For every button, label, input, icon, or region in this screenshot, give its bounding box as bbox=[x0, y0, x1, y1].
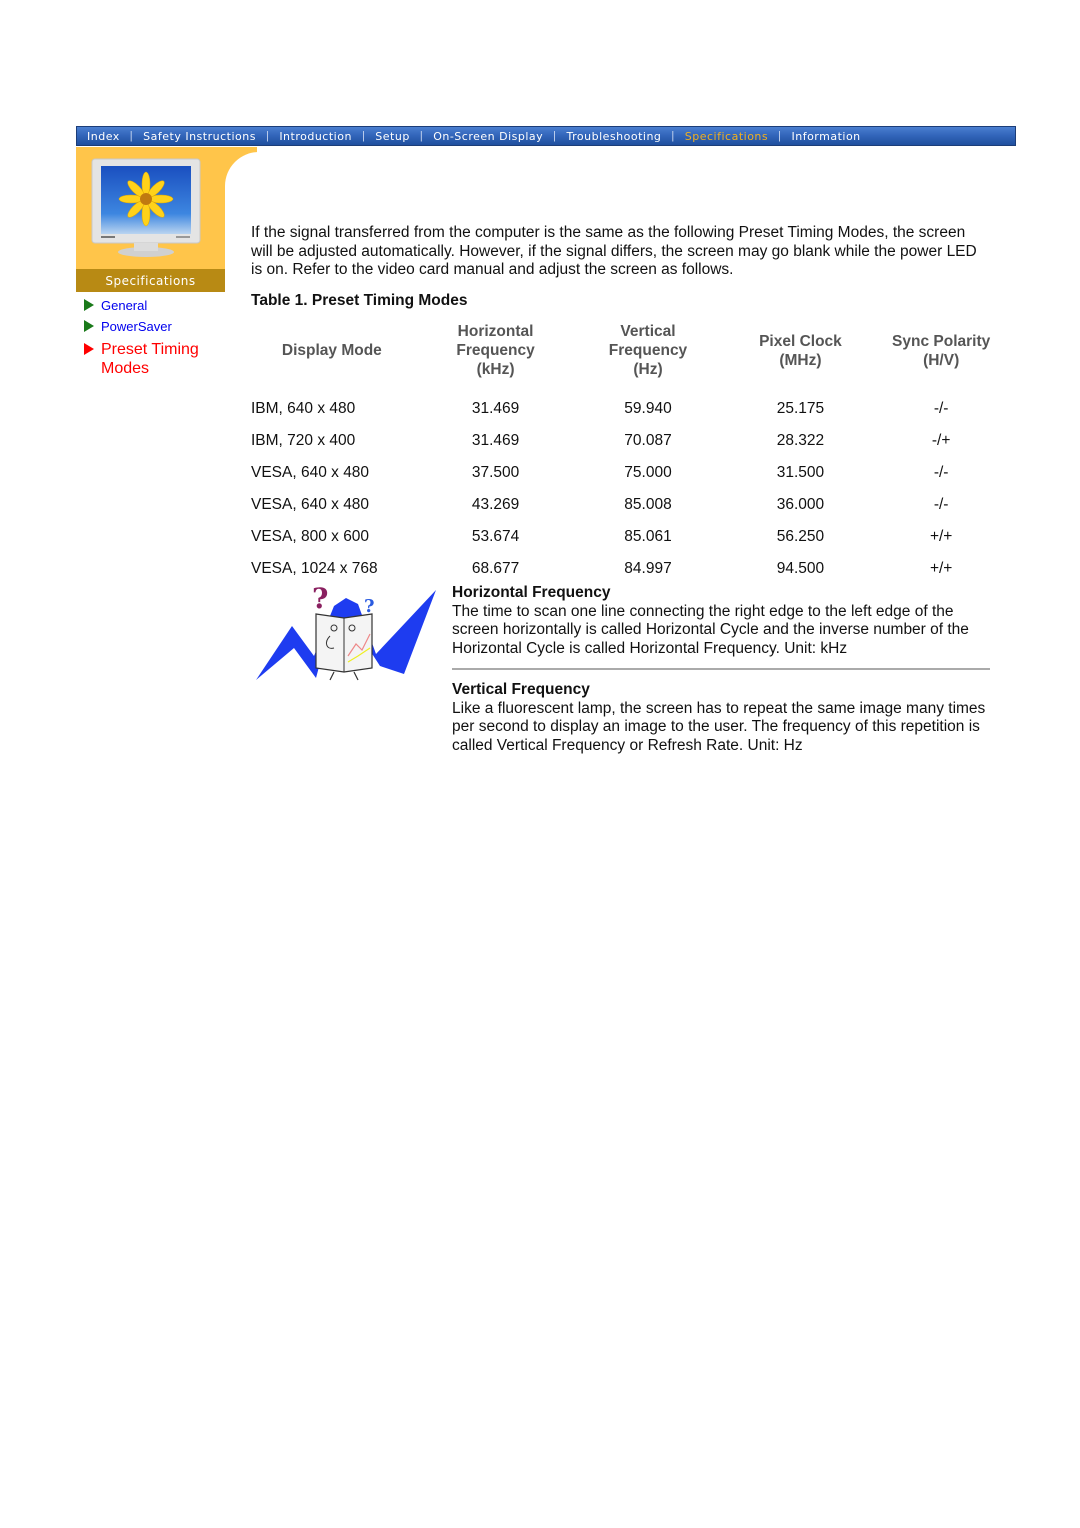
nav-troubleshooting[interactable]: Troubleshooting bbox=[557, 130, 672, 143]
cell-horizontal-frequency: 68.677 bbox=[471, 560, 520, 577]
cell-pixel-clock: 56.250 bbox=[776, 528, 825, 545]
cell-horizontal-frequency: 31.469 bbox=[471, 432, 520, 449]
header-display-mode: Display Mode bbox=[281, 342, 382, 359]
cell-vertical-frequency: 85.061 bbox=[624, 528, 672, 545]
definition-text: The time to scan one line connecting the… bbox=[452, 602, 969, 657]
nav-index[interactable]: Index bbox=[77, 130, 130, 143]
section-banner: Specifications bbox=[76, 147, 295, 292]
table-title: Table 1. Preset Timing Modes bbox=[251, 292, 468, 309]
definition-title: Vertical Frequency bbox=[452, 681, 590, 698]
nav-introduction[interactable]: Introduction bbox=[269, 130, 362, 143]
cell-display-mode: VESA, 640 x 480 bbox=[251, 464, 370, 481]
svg-text:?: ? bbox=[364, 596, 375, 617]
header-horizontal-frequency: Horizontal Frequency (kHz) bbox=[456, 323, 535, 378]
section-label: Specifications bbox=[76, 269, 225, 292]
definition-text: Like a fluorescent lamp, the screen has … bbox=[452, 699, 986, 754]
cell-display-mode: VESA, 1024 x 768 bbox=[251, 560, 378, 577]
cell-sync-polarity: +/+ bbox=[929, 528, 953, 545]
confused-book-character-icon: ? ? bbox=[256, 586, 436, 681]
cell-horizontal-frequency: 37.500 bbox=[471, 464, 520, 481]
cell-display-mode: VESA, 800 x 600 bbox=[251, 528, 370, 545]
side-nav-label[interactable]: PowerSaver bbox=[101, 319, 172, 334]
side-nav-preset-timing-modes[interactable]: Preset Timing Modes bbox=[84, 340, 244, 378]
nav-setup[interactable]: Setup bbox=[365, 130, 420, 143]
svg-text:?: ? bbox=[312, 586, 328, 615]
cell-vertical-frequency: 75.000 bbox=[624, 464, 672, 481]
cell-sync-polarity: +/+ bbox=[929, 560, 953, 577]
side-nav-general[interactable]: General bbox=[84, 298, 244, 313]
nav-safety-instructions[interactable]: Safety Instructions bbox=[133, 130, 266, 143]
cell-sync-polarity: -/- bbox=[933, 464, 949, 481]
header-pixel-clock: Pixel Clock (MHz) bbox=[759, 332, 842, 369]
cell-sync-polarity: -/- bbox=[933, 496, 949, 513]
side-nav-label[interactable]: Preset Timing Modes bbox=[101, 340, 244, 378]
nav-specifications[interactable]: Specifications bbox=[675, 130, 778, 143]
nav-information[interactable]: Information bbox=[781, 130, 870, 143]
table-row: VESA, 1024 x 768 68.677 84.997 94.500 +/… bbox=[250, 553, 1000, 585]
header-vertical-frequency: Vertical Frequency (Hz) bbox=[608, 323, 688, 378]
top-nav-bar: Index | Safety Instructions | Introducti… bbox=[76, 126, 1016, 146]
table-header-row: Display Mode Horizontal Frequency (kHz) Ve… bbox=[250, 320, 1000, 393]
arrow-right-icon bbox=[84, 299, 94, 311]
cell-sync-polarity: -/+ bbox=[931, 432, 951, 449]
cell-vertical-frequency: 85.008 bbox=[624, 496, 672, 513]
side-nav: General PowerSaver Preset Timing Modes bbox=[84, 298, 244, 384]
preset-timing-table: Display Mode Horizontal Frequency (kHz) Ve… bbox=[250, 320, 1000, 585]
cell-display-mode: VESA, 640 x 480 bbox=[251, 496, 370, 513]
cell-vertical-frequency: 70.087 bbox=[624, 432, 672, 449]
cell-pixel-clock: 28.322 bbox=[776, 432, 825, 449]
cell-horizontal-frequency: 53.674 bbox=[471, 528, 520, 545]
cell-horizontal-frequency: 43.269 bbox=[471, 496, 520, 513]
cell-pixel-clock: 36.000 bbox=[776, 496, 825, 513]
definition-horizontal-frequency: Horizontal Frequency The time to scan on… bbox=[452, 584, 997, 658]
cell-pixel-clock: 31.500 bbox=[776, 464, 825, 481]
cell-vertical-frequency: 59.940 bbox=[624, 400, 672, 417]
side-nav-powersaver[interactable]: PowerSaver bbox=[84, 319, 244, 334]
definition-vertical-frequency: Vertical Frequency Like a fluorescent la… bbox=[452, 681, 997, 755]
definition-title: Horizontal Frequency bbox=[452, 584, 611, 601]
side-nav-label[interactable]: General bbox=[101, 298, 147, 313]
cell-vertical-frequency: 84.997 bbox=[624, 560, 672, 577]
header-sync-polarity: Sync Polarity (H/V) bbox=[892, 332, 991, 369]
cell-display-mode: IBM, 720 x 400 bbox=[251, 432, 356, 449]
arrow-right-icon bbox=[84, 343, 94, 355]
arrow-right-icon bbox=[84, 320, 94, 332]
table-row: VESA, 800 x 600 53.674 85.061 56.250 +/+ bbox=[250, 521, 1000, 553]
section-divider bbox=[452, 668, 990, 670]
intro-paragraph: If the signal transferred from the compu… bbox=[251, 224, 977, 278]
table-row: VESA, 640 x 480 43.269 85.008 36.000 -/- bbox=[250, 489, 1000, 521]
table-row: IBM, 720 x 400 31.469 70.087 28.322 -/+ bbox=[250, 425, 1000, 457]
nav-on-screen-display[interactable]: On-Screen Display bbox=[423, 130, 553, 143]
cell-display-mode: IBM, 640 x 480 bbox=[251, 400, 356, 417]
cell-pixel-clock: 94.500 bbox=[776, 560, 825, 577]
cell-horizontal-frequency: 31.469 bbox=[471, 400, 520, 417]
table-row: VESA, 640 x 480 37.500 75.000 31.500 -/- bbox=[250, 457, 1000, 489]
monitor-with-flower-icon bbox=[91, 158, 201, 257]
cell-sync-polarity: -/- bbox=[933, 400, 949, 417]
table-row: IBM, 640 x 480 31.469 59.940 25.175 -/- bbox=[250, 393, 1000, 425]
cell-pixel-clock: 25.175 bbox=[776, 400, 825, 417]
